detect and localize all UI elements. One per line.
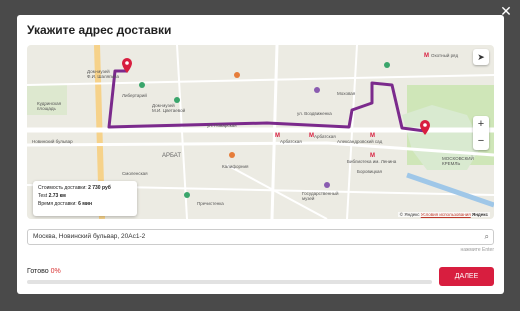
delivery-address-modal: Укажите адрес доставки M M M M M Дом-муз… [17,15,504,294]
map-label: ул. Поварская [207,123,237,128]
cost-label: Стоимость доставки: [38,185,87,191]
poi-icon [234,72,240,78]
locate-icon[interactable]: ➤ [473,49,489,65]
ready-percent: 0% [50,268,61,275]
metro-icon: M [424,53,429,59]
poi-icon [314,87,320,93]
poi-icon [324,182,330,188]
zoom-in-button[interactable]: + [473,116,489,133]
cost-value: 2 730 руб [88,185,111,191]
terms-link[interactable]: Условия использования [421,212,471,217]
map-label: Боровицкая [357,169,383,174]
map-label: Моховая [337,91,356,96]
ready-label: Готово [27,268,49,275]
map-label: Смоленская [122,171,148,176]
search-icon[interactable]: ⌕ [485,230,489,244]
address-input[interactable]: Москва, Новинский бульвар, 20Ас1-2 ⌕ [27,229,494,245]
poi-icon [384,62,390,68]
map-copyright: © Яндекс Условия использования Яндекс [397,212,490,217]
map-label: Александровский сад [337,138,383,144]
time-row: Время доставки: 6 мин [38,200,132,208]
map-label: Библиотека им. Ленина [347,159,397,164]
zoom-out-button[interactable]: − [473,133,489,150]
next-button[interactable]: ДАЛЕЕ [439,267,494,286]
map-label: ул. Воздвиженка [297,111,332,116]
address-value: Москва, Новинский бульвар, 20Ас1-2 [33,233,146,240]
modal-title: Укажите адрес доставки [27,23,172,37]
map-label: Калифорния [222,164,249,169]
map-label: Охотный ряд [431,52,458,58]
cost-row: Стоимость доставки: 2 730 руб [38,184,132,192]
map-label: АРБАТ [162,153,181,159]
map-label: Пречистенка [197,201,224,206]
zoom-control: + − [473,116,489,150]
poi-icon [139,82,145,88]
map-label: Либертарий [122,92,147,98]
poi-icon [184,192,190,198]
map-label: Арбатская [280,139,302,144]
distance-row: Test 2.73 км [38,192,132,200]
delivery-info-box: Стоимость доставки: 2 730 руб Test 2.73 … [33,181,137,216]
map[interactable]: M M M M M Дом-музей Ф.И. Шаляпина Либерта… [27,45,494,219]
map-label: Арбатская [314,134,336,139]
enter-hint: нажмите Enter [460,247,494,253]
ready-status: Готово 0% [27,268,61,275]
distance-label: Test [38,193,48,199]
map-label: Государственный музей [302,190,339,201]
time-value: 6 мин [78,201,93,207]
yandex-logo[interactable]: Яндекс [472,212,488,217]
time-label: Время доставки: [38,201,77,207]
map-label: Новинский бульвар [32,138,73,144]
copyright-text: © Яндекс [399,212,420,217]
poi-icon [174,97,180,103]
distance-value: 2.73 км [48,193,66,199]
river [406,172,494,208]
progress-bar [27,280,432,284]
poi-icon [229,152,235,158]
